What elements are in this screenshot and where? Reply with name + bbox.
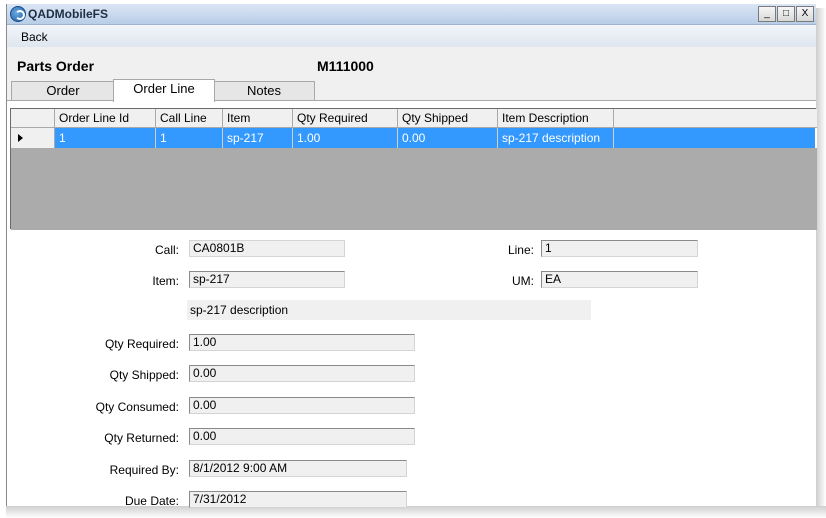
qty-shipped-label: Qty Shipped:: [109, 368, 179, 382]
qty-consumed-field[interactable]: 0.00: [189, 397, 415, 414]
title-bar[interactable]: QADMobileFS _ □ X: [7, 4, 816, 25]
window-controls: _ □ X: [758, 6, 814, 22]
required-by-field[interactable]: 8/1/2012 9:00 AM: [189, 460, 407, 477]
table-row[interactable]: 1 1 sp-217 1.00 0.00 sp-217 description: [11, 128, 817, 148]
maximize-button[interactable]: □: [777, 6, 795, 22]
qty-required-label: Qty Required:: [104, 337, 179, 351]
um-label: UM:: [512, 274, 534, 288]
call-field[interactable]: CA0801B: [189, 240, 345, 257]
line-label: Line:: [507, 243, 534, 257]
cell-item[interactable]: sp-217: [223, 128, 293, 148]
column-header-filler: [614, 109, 817, 128]
cell-order-line-id[interactable]: 1: [55, 128, 156, 148]
due-date-field[interactable]: 7/31/2012: [189, 491, 407, 508]
column-header-qty-required[interactable]: Qty Required: [293, 109, 398, 128]
order-lines-grid[interactable]: Order Line Id Call Line Item Qty Require…: [10, 108, 817, 230]
tab-strip: Order Order Line Notes: [7, 79, 816, 102]
tab-notes[interactable]: Notes: [213, 81, 315, 100]
window-title: QADMobileFS: [28, 7, 108, 21]
required-by-label: Required By:: [109, 463, 179, 477]
column-header-qty-shipped[interactable]: Qty Shipped: [398, 109, 498, 128]
tab-order-line[interactable]: Order Line: [113, 79, 215, 102]
order-line-details: Call: CA0801B Line: 1 Item: sp-217 UM: E…: [7, 230, 816, 508]
cell-qty-shipped[interactable]: 0.00: [398, 128, 498, 148]
column-header-order-line-id[interactable]: Order Line Id: [55, 109, 156, 128]
minimize-button[interactable]: _: [758, 6, 776, 22]
qty-shipped-field[interactable]: 0.00: [189, 365, 415, 382]
call-label: Call:: [154, 243, 179, 257]
qty-returned-label: Qty Returned:: [104, 431, 179, 445]
column-header-item-description[interactable]: Item Description: [498, 109, 614, 128]
page-title: Parts Order: [17, 58, 95, 74]
grid-empty-area: [11, 148, 817, 230]
grid-header: Order Line Id Call Line Item Qty Require…: [11, 109, 817, 128]
order-number: M111000: [317, 58, 374, 74]
cell-qty-required[interactable]: 1.00: [293, 128, 398, 148]
close-button[interactable]: X: [796, 6, 814, 22]
column-header-call-line[interactable]: Call Line: [156, 109, 223, 128]
row-header-corner: [11, 109, 55, 128]
due-date-label: Due Date:: [124, 494, 179, 508]
cell-item-description[interactable]: sp-217 description: [498, 128, 614, 148]
um-field[interactable]: EA: [541, 271, 698, 288]
item-label: Item:: [152, 274, 179, 288]
tab-order[interactable]: Order: [11, 81, 115, 100]
item-description-display: sp-217 description: [187, 300, 591, 320]
cell-filler: [614, 128, 815, 148]
row-selector[interactable]: [11, 128, 55, 148]
window-shadow-right: [815, 8, 826, 518]
item-field[interactable]: sp-217: [189, 271, 345, 288]
menu-bar: Back: [7, 25, 816, 47]
app-logo-icon: [10, 6, 26, 22]
column-header-item[interactable]: Item: [223, 109, 293, 128]
qty-returned-field[interactable]: 0.00: [189, 428, 415, 445]
line-field[interactable]: 1: [541, 240, 698, 257]
page-header: Parts Order M111000: [7, 47, 816, 79]
qty-required-field[interactable]: 1.00: [189, 334, 415, 351]
app-window: QADMobileFS _ □ X Back Parts Order M1110…: [6, 4, 817, 508]
current-row-arrow-icon: [18, 134, 23, 142]
cell-call-line[interactable]: 1: [156, 128, 223, 148]
qty-consumed-label: Qty Consumed:: [95, 400, 179, 414]
back-menu-item[interactable]: Back: [21, 30, 48, 44]
